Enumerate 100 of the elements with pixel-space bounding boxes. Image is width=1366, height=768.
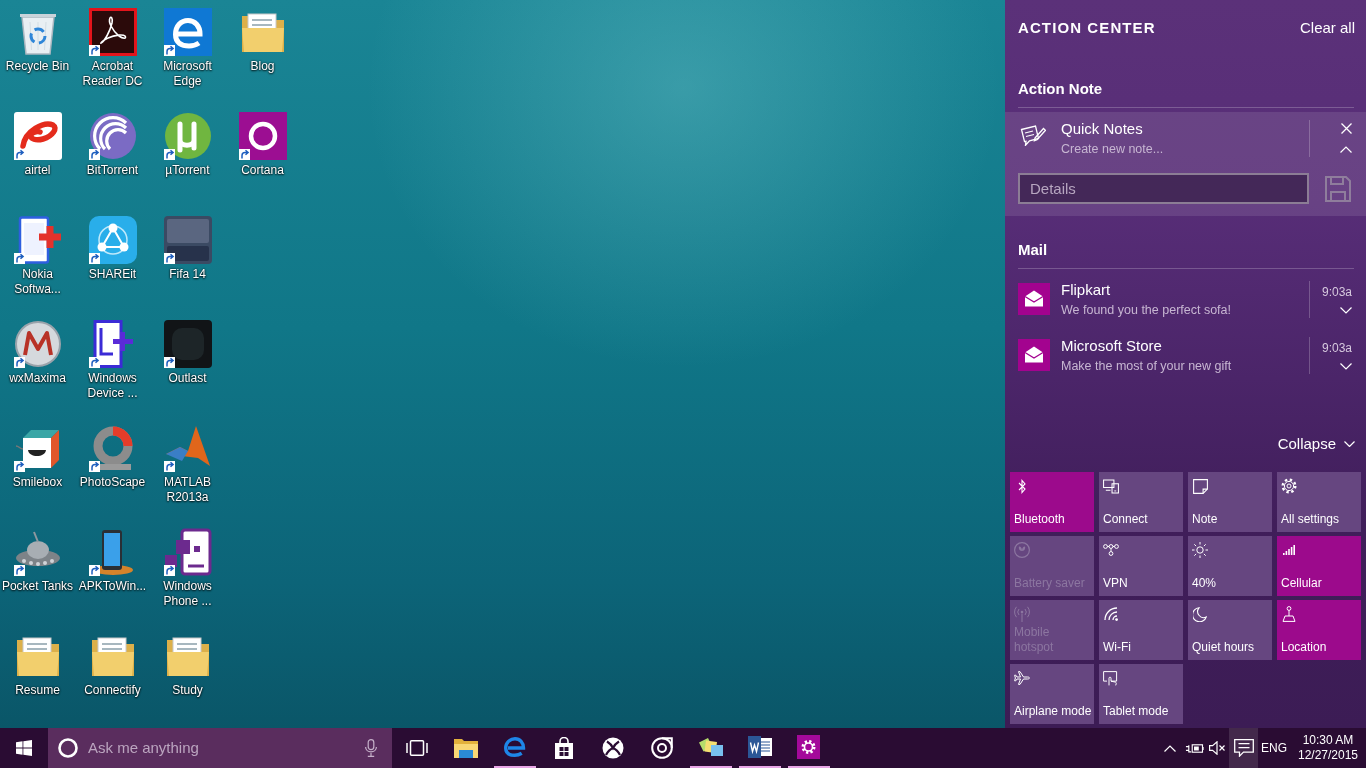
icon-label[interactable]: BitTorrent	[86, 163, 139, 178]
icon-label[interactable]: µTorrent	[165, 163, 210, 178]
search-field[interactable]: Ask me anything	[88, 736, 365, 760]
icon-label[interactable]: Study	[172, 683, 203, 698]
game-cover-icon[interactable]	[163, 216, 212, 264]
location-icon	[1282, 606, 1296, 622]
panel-title: ACTION CENTER	[1018, 18, 1156, 38]
icon-label[interactable]: Pocket Tanks	[1, 579, 74, 594]
moon-icon	[1193, 606, 1207, 622]
icon-label[interactable]: MATLAB R2013a	[150, 475, 225, 505]
chevron-down-icon[interactable]	[1340, 363, 1352, 370]
clear-all-button[interactable]: Clear all	[1299, 18, 1355, 38]
mu-circle-icon[interactable]	[163, 112, 212, 160]
battery-charging-icon[interactable]	[1184, 741, 1204, 755]
speaker-muted-icon[interactable]	[1209, 741, 1226, 755]
envelope-icon	[1018, 339, 1050, 371]
envelope-icon	[1018, 283, 1050, 315]
icon-label[interactable]: Fifa 14	[169, 267, 206, 282]
notification-time: 9:03a	[1321, 284, 1352, 300]
sticky-notes-icon[interactable]	[697, 737, 724, 757]
chevron-down-icon[interactable]	[1340, 307, 1352, 314]
quick-action-button[interactable]: Location	[1277, 600, 1361, 660]
quick-action-button[interactable]: Bluetooth	[1010, 472, 1094, 532]
section-heading: Action Note	[1018, 79, 1354, 108]
icon-label[interactable]: Connectify	[84, 683, 141, 698]
share-dots-icon[interactable]	[88, 216, 137, 264]
task-view-icon[interactable]	[405, 740, 428, 756]
chevron-down-icon[interactable]	[1344, 441, 1355, 447]
icon-label[interactable]: Windows Phone ...	[150, 579, 225, 609]
w-document-icon[interactable]	[747, 736, 772, 758]
shopping-bag-icon[interactable]	[553, 737, 574, 759]
gear-icon	[1281, 478, 1297, 494]
wifi-icon	[1104, 607, 1118, 621]
icon-label[interactable]: APKToWin...	[78, 579, 147, 594]
arcs-circle-icon[interactable]	[88, 112, 137, 160]
e-logo-icon[interactable]	[503, 737, 526, 757]
note-pen-icon	[1020, 124, 1046, 146]
gear-tile-icon[interactable]	[797, 735, 820, 759]
chevron-up-icon[interactable]	[1340, 146, 1352, 153]
quick-action-button[interactable]: Connect	[1099, 472, 1183, 532]
language-button[interactable]: ENG	[1258, 728, 1290, 768]
signal-bars-icon	[1283, 545, 1295, 555]
phone-squares-icon[interactable]	[163, 528, 212, 576]
clock-button[interactable]: 10:30 AM 12/27/2015	[1290, 728, 1366, 768]
windows-logo-icon[interactable]	[16, 740, 32, 756]
x-circle-icon[interactable]	[601, 737, 624, 759]
notification-text: Create new note...	[1061, 141, 1165, 157]
ring-icon[interactable]	[58, 738, 78, 758]
network-nodes-icon	[1103, 544, 1119, 556]
quick-action-button[interactable]: Wi-Fi	[1099, 600, 1183, 660]
details-field[interactable]: Details	[1018, 173, 1309, 204]
microphone-icon[interactable]	[365, 739, 377, 757]
quick-action-button[interactable]: Quiet hours	[1188, 600, 1272, 660]
icon-label[interactable]: Cortana	[241, 163, 284, 178]
notification-title: Microsoft Store	[1061, 337, 1163, 355]
folder-icon[interactable]	[453, 738, 478, 758]
icon-label[interactable]: Microsoft Edge	[150, 59, 225, 89]
quick-action-button[interactable]: 40%	[1188, 536, 1272, 596]
notification-icon[interactable]	[1233, 739, 1254, 757]
e-logo-icon[interactable]	[163, 8, 212, 56]
icon-label[interactable]: airtel	[24, 163, 51, 178]
icon-label[interactable]: wxMaxima	[9, 371, 66, 386]
icon-label[interactable]: Resume	[15, 683, 60, 698]
icon-label[interactable]: Nokia Softwa...	[0, 267, 75, 297]
icon-label[interactable]: SHAREit	[88, 267, 137, 282]
icon-label[interactable]: Acrobat Reader DC	[75, 59, 150, 89]
chevron-up-icon[interactable]	[1164, 744, 1176, 752]
quick-action-button[interactable]: VPN	[1099, 536, 1183, 596]
quick-action-button[interactable]: Airplane mode	[1010, 664, 1094, 724]
dark-tile-icon[interactable]	[163, 320, 212, 368]
screens-icon	[1103, 478, 1119, 494]
close-icon[interactable]	[1341, 123, 1352, 134]
sun-icon	[1192, 542, 1208, 558]
notification-time: 9:03a	[1321, 340, 1352, 356]
quick-action-button[interactable]: Cellular	[1277, 536, 1361, 596]
collapse-button[interactable]: Collapse	[1277, 435, 1355, 453]
icon-label[interactable]: Recycle Bin	[5, 59, 70, 74]
quick-action-button[interactable]: Tablet mode	[1099, 664, 1183, 724]
icon-label[interactable]: Outlast	[168, 371, 207, 386]
quick-action-button[interactable]: Note	[1188, 472, 1272, 532]
action-center-button[interactable]	[1229, 728, 1258, 768]
leaf-circle-icon	[1014, 542, 1030, 558]
ring-tile-icon[interactable]	[238, 112, 287, 160]
disc-icon[interactable]	[650, 737, 673, 759]
icon-label[interactable]: Smilebox	[12, 475, 63, 490]
airplane-icon	[1014, 671, 1030, 685]
notification-card[interactable]: Quick Notes Create new note... Details	[1005, 112, 1366, 216]
swirl-tile-icon[interactable]	[88, 8, 137, 56]
icon-label[interactable]: Blog	[250, 59, 275, 74]
broadcast-icon	[1014, 606, 1030, 622]
icon-label[interactable]: Windows Device ...	[75, 371, 150, 401]
swirl-logo-icon[interactable]	[13, 112, 62, 160]
search-bar[interactable]: Ask me anything	[48, 728, 392, 768]
notification-text: We found you the perfect sofa!	[1061, 302, 1232, 318]
bluetooth-icon	[1018, 478, 1026, 494]
section-heading: Mail	[1018, 240, 1354, 269]
m-circle-icon[interactable]	[13, 320, 62, 368]
notification-text: Make the most of your new gift	[1061, 358, 1233, 374]
quick-action-button[interactable]: All settings	[1277, 472, 1361, 532]
icon-label[interactable]: PhotoScape	[79, 475, 146, 490]
